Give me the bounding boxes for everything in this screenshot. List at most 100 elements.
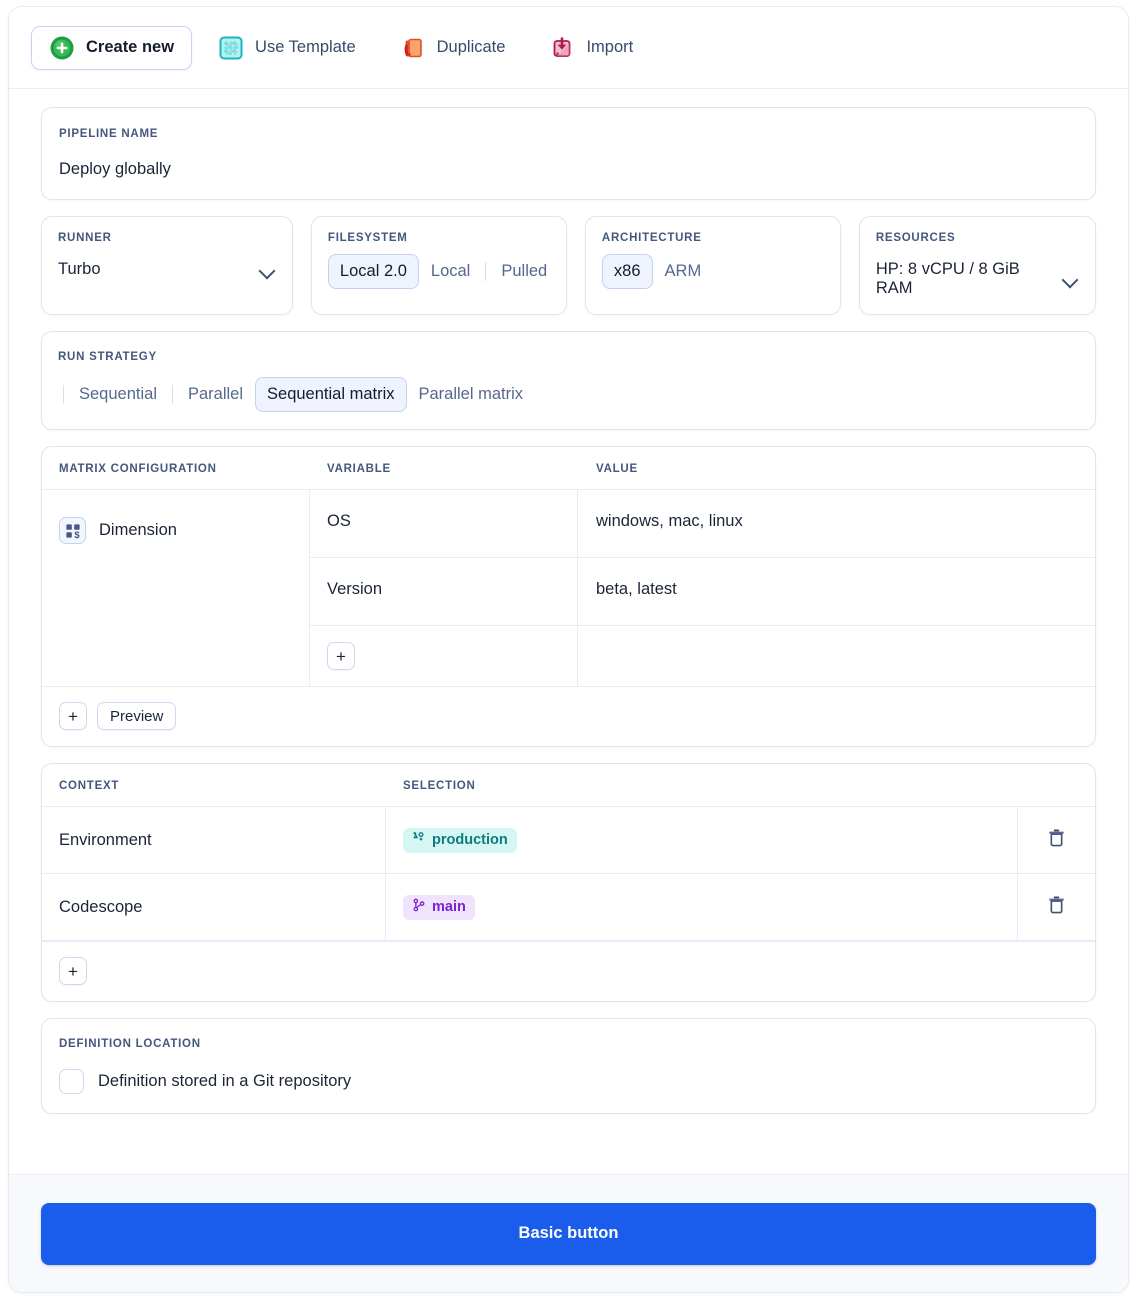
run-strategy-option-parallel[interactable]: Parallel: [176, 377, 255, 412]
context-name-environment: Environment: [42, 807, 386, 873]
dimension-label: Dimension: [99, 521, 177, 539]
import-button[interactable]: Import: [531, 26, 651, 70]
context-header-context: CONTEXT: [59, 780, 120, 792]
matrix-header-configuration: MATRIX CONFIGURATION: [59, 463, 217, 475]
create-new-button[interactable]: Create new: [31, 25, 193, 70]
chevron-down-icon[interactable]: [1061, 270, 1079, 288]
table-row: Codescope main: [42, 874, 1095, 941]
top-toolbar: Create new Use Template Duplicate Import: [9, 7, 1128, 89]
status-badge[interactable]: main: [403, 894, 475, 920]
resources-label: RESOURCES: [875, 232, 956, 244]
matrix-variable-version[interactable]: Version: [310, 558, 578, 625]
context-name-codescope: Codescope: [42, 874, 386, 940]
run-strategy-label: RUN STRATEGY: [58, 351, 157, 363]
add-variable-button[interactable]: +: [327, 642, 355, 670]
git-repository-checkbox-label: Definition stored in a Git repository: [98, 1072, 352, 1090]
create-new-label: Create new: [86, 38, 175, 56]
divider: [171, 385, 173, 404]
filesystem-card: FILESYSTEM Local 2.0 Local Pulled: [310, 216, 567, 315]
pipeline-name-label: PIPELINE NAME: [59, 128, 159, 140]
matrix-value-os[interactable]: windows, mac, linux: [578, 490, 1095, 557]
table-row: Environment production: [42, 807, 1095, 874]
matrix-table-footer: + Preview: [42, 686, 1095, 746]
filesystem-option-local-2-0[interactable]: Local 2.0: [327, 254, 419, 289]
trash-icon: [1046, 894, 1067, 920]
form-body: PIPELINE NAME Deploy globally RUNNER Tur…: [9, 89, 1128, 1174]
preview-button[interactable]: Preview: [97, 702, 177, 730]
action-footer: Basic button: [9, 1174, 1128, 1292]
template-grid-icon: [218, 35, 244, 61]
architecture-segmented-control: x86 ARM: [601, 254, 824, 289]
users-add-icon: [412, 831, 426, 849]
table-row: OS windows, mac, linux: [310, 490, 1095, 558]
matrix-variables-area: OS windows, mac, linux Version beta, lat…: [310, 490, 1095, 686]
divider: [63, 385, 64, 404]
app-screen: Create new Use Template Duplicate Import…: [0, 0, 1137, 1299]
status-badge[interactable]: production: [403, 827, 517, 853]
definition-location-row: Definition stored in a Git repository: [59, 1069, 1078, 1094]
matrix-table-header: MATRIX CONFIGURATION VARIABLE VALUE: [42, 447, 1095, 490]
context-header-selection: SELECTION: [403, 780, 476, 792]
run-strategy-option-sequential[interactable]: Sequential: [67, 377, 169, 412]
context-selection-environment[interactable]: production: [386, 807, 1017, 873]
add-dimension-button[interactable]: +: [59, 702, 87, 730]
runner-label: RUNNER: [58, 232, 112, 244]
definition-location-label: DEFINITION LOCATION: [59, 1038, 201, 1050]
git-repository-checkbox[interactable]: [59, 1069, 84, 1094]
run-strategy-option-parallel-matrix[interactable]: Parallel matrix: [407, 377, 536, 412]
matrix-dimension-cell: $ Dimension: [42, 490, 310, 686]
matrix-empty-value-cell: [578, 626, 1095, 686]
duplicate-button[interactable]: Duplicate: [382, 26, 524, 70]
run-strategy-card: RUN STRATEGY Sequential Parallel Sequent…: [41, 331, 1096, 430]
pipeline-name-input[interactable]: Deploy globally: [59, 160, 1078, 179]
use-template-button[interactable]: Use Template: [200, 26, 374, 70]
context-table-footer: +: [42, 941, 1095, 1001]
matrix-variable-os[interactable]: OS: [310, 490, 578, 557]
runner-value: Turbo: [58, 260, 101, 278]
matrix-grid-dollar-icon: $: [59, 517, 86, 544]
svg-text:$: $: [74, 530, 80, 540]
architecture-option-x86[interactable]: x86: [601, 254, 653, 289]
duplicate-pages-icon: [400, 35, 426, 61]
import-label: Import: [586, 38, 634, 56]
git-branch-icon: [412, 898, 426, 916]
delete-environment-button[interactable]: [1017, 807, 1095, 873]
filesystem-label: FILESYSTEM: [327, 232, 408, 244]
matrix-value-version[interactable]: beta, latest: [578, 558, 1095, 625]
settings-row: RUNNER Turbo FILESYSTEM Local 2.0 Local …: [41, 216, 1096, 315]
table-row: +: [310, 626, 1095, 686]
resources-value: HP: 8 vCPU / 8 GiB RAM: [875, 260, 1020, 297]
add-context-button[interactable]: +: [59, 957, 87, 985]
dimension-row[interactable]: $ Dimension: [59, 517, 177, 544]
matrix-configuration-table: MATRIX CONFIGURATION VARIABLE VALUE $ Di…: [41, 446, 1096, 747]
run-strategy-option-sequential-matrix[interactable]: Sequential matrix: [255, 377, 407, 412]
context-selection-codescope[interactable]: main: [386, 874, 1017, 940]
matrix-table-grid: $ Dimension OS windows, mac, linux Versi…: [42, 490, 1095, 686]
duplicate-label: Duplicate: [436, 38, 506, 56]
import-arrow-icon: [549, 35, 575, 61]
divider: [485, 262, 487, 281]
use-template-label: Use Template: [255, 38, 356, 56]
matrix-add-variable-cell: +: [310, 626, 578, 686]
table-row: Version beta, latest: [310, 558, 1095, 626]
basic-button[interactable]: Basic button: [41, 1202, 1096, 1265]
filesystem-option-local[interactable]: Local: [419, 254, 482, 289]
app-window: Create new Use Template Duplicate Import…: [8, 6, 1129, 1293]
pipeline-name-card: PIPELINE NAME Deploy globally: [41, 107, 1096, 200]
delete-codescope-button[interactable]: [1017, 874, 1095, 940]
chevron-down-icon[interactable]: [258, 261, 276, 279]
context-table: CONTEXT SELECTION Environment production…: [41, 763, 1096, 1002]
resources-card: RESOURCES HP: 8 vCPU / 8 GiB RAM: [858, 216, 1096, 315]
architecture-option-arm[interactable]: ARM: [653, 254, 714, 289]
context-table-header: CONTEXT SELECTION: [42, 764, 1095, 807]
definition-location-card: DEFINITION LOCATION Definition stored in…: [41, 1018, 1096, 1114]
filesystem-segmented-control: Local 2.0 Local Pulled: [327, 254, 550, 289]
status-badge-label: production: [432, 832, 508, 848]
filesystem-option-pulled[interactable]: Pulled: [489, 254, 559, 289]
matrix-header-value: VALUE: [596, 463, 638, 475]
matrix-header-variable: VARIABLE: [327, 463, 391, 475]
run-strategy-segmented-control: Sequential Parallel Sequential matrix Pa…: [60, 377, 1079, 412]
architecture-label: ARCHITECTURE: [601, 232, 702, 244]
status-badge-label: main: [432, 899, 466, 915]
runner-card: RUNNER Turbo: [41, 216, 293, 315]
